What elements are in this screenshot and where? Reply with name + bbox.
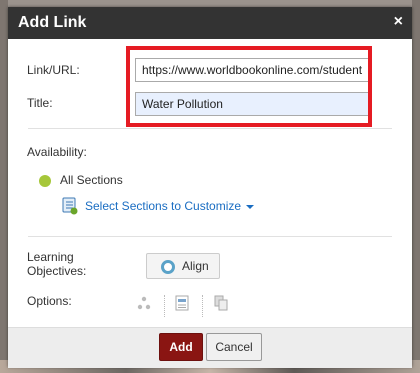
options-label: Options: xyxy=(27,294,72,308)
align-target-icon xyxy=(161,260,175,274)
close-icon[interactable]: × xyxy=(394,13,403,31)
hierarchy-icon[interactable] xyxy=(137,296,151,313)
sections-list-icon xyxy=(62,197,78,218)
add-button[interactable]: Add xyxy=(159,333,203,361)
options-separator xyxy=(202,295,204,317)
learning-objectives-label-line2: Objectives: xyxy=(27,264,87,278)
select-sections-link[interactable]: Select Sections to Customize xyxy=(85,199,255,213)
learning-objectives-label-line1: Learning xyxy=(27,250,74,264)
divider xyxy=(28,128,392,129)
add-link-dialog: Add Link × Link/URL: https://www.worldbo… xyxy=(8,7,412,368)
availability-label: Availability: xyxy=(27,145,87,159)
title-label: Title: xyxy=(27,96,53,110)
all-sections-label: All Sections xyxy=(60,173,123,187)
link-url-label: Link/URL: xyxy=(27,63,80,77)
dialog-title: Add Link xyxy=(18,14,87,31)
dialog-title-bar: Add Link × xyxy=(8,7,412,39)
cancel-button[interactable]: Cancel xyxy=(206,333,262,361)
options-separator xyxy=(164,295,166,317)
align-button-label: Align xyxy=(182,259,209,273)
chevron-down-icon xyxy=(246,204,255,209)
record-icon[interactable] xyxy=(175,295,189,314)
status-dot-icon xyxy=(39,175,51,187)
copy-icon[interactable] xyxy=(214,295,228,314)
select-sections-label: Select Sections to Customize xyxy=(85,199,242,213)
highlight-box xyxy=(126,46,372,127)
align-button[interactable]: Align xyxy=(146,253,220,279)
divider xyxy=(28,236,392,237)
